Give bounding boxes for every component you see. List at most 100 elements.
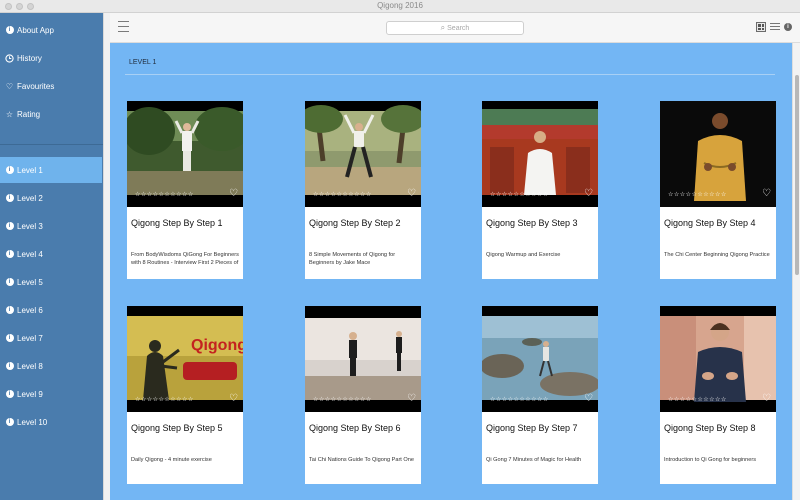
heart-icon[interactable]: ♡ bbox=[762, 393, 771, 404]
video-thumbnail: ☆☆☆☆☆☆☆☆☆☆ ♡ bbox=[305, 306, 421, 412]
toolbar: ⌕ Search i bbox=[110, 13, 800, 43]
info-circle-icon: i bbox=[5, 306, 14, 315]
sidebar-item-label: Level 1 bbox=[17, 165, 43, 175]
sidebar-item-level-3[interactable]: i Level 3 bbox=[0, 213, 102, 239]
scrollbar[interactable] bbox=[792, 43, 800, 500]
info-circle-icon: i bbox=[5, 390, 14, 399]
sidebar-item-about-app[interactable]: i About App bbox=[0, 17, 102, 43]
rating-stars[interactable]: ☆☆☆☆☆☆☆☆☆☆ bbox=[490, 191, 549, 198]
info-circle-icon: i bbox=[5, 222, 14, 231]
video-description: Daily Qigong - 4 minute exercise bbox=[131, 457, 212, 463]
sidebar-splitter[interactable] bbox=[103, 13, 110, 500]
video-thumbnail: ☆☆☆☆☆☆☆☆☆☆ ♡ bbox=[305, 101, 421, 207]
sidebar-item-label: Level 9 bbox=[17, 389, 43, 399]
video-thumbnail: Qigong ☆☆☆☆☆☆☆☆☆☆ ♡ bbox=[127, 306, 243, 412]
video-title: Qigong Step By Step 7 bbox=[486, 423, 578, 433]
video-description: From BodyWisdoms QiGong For Beginners wi… bbox=[131, 252, 239, 266]
video-thumbnail: ☆☆☆☆☆☆☆☆☆☆ ♡ bbox=[660, 101, 776, 207]
sidebar-item-favourites[interactable]: ♡ Favourites bbox=[0, 73, 102, 99]
rating-stars[interactable]: ☆☆☆☆☆☆☆☆☆☆ bbox=[135, 396, 194, 403]
sidebar-item-label: History bbox=[17, 53, 42, 63]
list-view-icon[interactable] bbox=[770, 22, 780, 32]
video-card[interactable]: ☆☆☆☆☆☆☆☆☆☆ ♡ Qigong Step By Step 2 8 Sim… bbox=[305, 101, 421, 279]
sidebar-item-label: Favourites bbox=[17, 81, 55, 91]
video-description: Tai Chi Nations Guide To Qigong Part One bbox=[309, 457, 414, 463]
scrollbar-thumb[interactable] bbox=[795, 75, 799, 275]
info-circle-icon: i bbox=[5, 166, 14, 175]
sidebar-item-label: Level 6 bbox=[17, 305, 43, 315]
hamburger-icon[interactable] bbox=[118, 21, 129, 33]
section-divider bbox=[125, 74, 775, 75]
sidebar-item-label: Level 10 bbox=[17, 417, 48, 427]
heart-icon[interactable]: ♡ bbox=[762, 188, 771, 199]
sidebar-item-level-5[interactable]: i Level 5 bbox=[0, 269, 102, 295]
video-description: Qigong Warmup and Exercise bbox=[486, 252, 561, 258]
info-circle-icon: i bbox=[5, 278, 14, 287]
sidebar-item-history[interactable]: History bbox=[0, 45, 102, 71]
video-title: Qigong Step By Step 1 bbox=[131, 218, 223, 228]
star-icon: ☆ bbox=[5, 109, 14, 119]
video-card[interactable]: ☆☆☆☆☆☆☆☆☆☆ ♡ Qigong Step By Step 1 From … bbox=[127, 101, 243, 279]
sidebar-item-level-7[interactable]: i Level 7 bbox=[0, 325, 102, 351]
video-title: Qigong Step By Step 5 bbox=[131, 423, 223, 433]
app-window: Qigong 2016 i About App History ♡ Favour… bbox=[0, 0, 800, 500]
sidebar-item-level-10[interactable]: i Level 10 bbox=[0, 409, 102, 435]
video-card[interactable]: ☆☆☆☆☆☆☆☆☆☆ ♡ Qigong Step By Step 4 The C… bbox=[660, 101, 776, 279]
video-description: Qi Gong 7 Minutes of Magic for Health bbox=[486, 457, 582, 463]
heart-icon[interactable]: ♡ bbox=[584, 188, 593, 199]
video-description: 8 Simple Movements of Qigong for Beginne… bbox=[309, 252, 396, 266]
sidebar-item-level-4[interactable]: i Level 4 bbox=[0, 241, 102, 267]
search-icon: ⌕ bbox=[440, 23, 446, 32]
sidebar: i About App History ♡ Favourites ☆ Ratin… bbox=[0, 13, 104, 500]
sidebar-item-label: Level 7 bbox=[17, 333, 43, 343]
sidebar-item-level-8[interactable]: i Level 8 bbox=[0, 353, 102, 379]
video-description: Introduction to Qi Gong for beginners bbox=[664, 457, 757, 463]
title-bar: Qigong 2016 bbox=[0, 0, 800, 13]
sidebar-item-label: Level 5 bbox=[17, 277, 43, 287]
sidebar-item-label: Level 8 bbox=[17, 361, 43, 371]
search-input[interactable]: ⌕ Search bbox=[386, 21, 524, 35]
sidebar-item-level-2[interactable]: i Level 2 bbox=[0, 185, 102, 211]
info-circle-icon: i bbox=[5, 194, 14, 203]
section-heading: LEVEL 1 bbox=[129, 59, 157, 66]
sidebar-item-label: Level 3 bbox=[17, 221, 43, 231]
rating-stars[interactable]: ☆☆☆☆☆☆☆☆☆☆ bbox=[668, 396, 727, 403]
heart-icon[interactable]: ♡ bbox=[584, 393, 593, 404]
video-card[interactable]: ☆☆☆☆☆☆☆☆☆☆ ♡ Qigong Step By Step 6 Tai C… bbox=[305, 306, 421, 484]
search-placeholder: Search bbox=[447, 24, 470, 32]
video-title: Qigong Step By Step 8 bbox=[664, 423, 756, 433]
info-circle-icon: i bbox=[5, 26, 14, 35]
sidebar-item-level-6[interactable]: i Level 6 bbox=[0, 297, 102, 323]
video-card[interactable]: Qigong ☆☆☆☆☆☆☆☆☆☆ ♡ Qigong Step By Step … bbox=[127, 306, 243, 484]
heart-icon[interactable]: ♡ bbox=[407, 188, 416, 199]
heart-icon[interactable]: ♡ bbox=[229, 188, 238, 199]
heart-icon[interactable]: ♡ bbox=[407, 393, 416, 404]
video-grid: LEVEL 1 ☆☆☆☆☆☆☆☆☆☆ ♡ Qigong Step By Step… bbox=[110, 43, 800, 500]
info-circle-icon: i bbox=[5, 334, 14, 343]
info-circle-icon: i bbox=[5, 418, 14, 427]
rating-stars[interactable]: ☆☆☆☆☆☆☆☆☆☆ bbox=[490, 396, 549, 403]
rating-stars[interactable]: ☆☆☆☆☆☆☆☆☆☆ bbox=[135, 191, 194, 198]
video-thumbnail: ☆☆☆☆☆☆☆☆☆☆ ♡ bbox=[127, 101, 243, 207]
info-icon[interactable]: i bbox=[784, 23, 792, 31]
sidebar-item-rating[interactable]: ☆ Rating bbox=[0, 101, 102, 127]
sidebar-item-label: About App bbox=[17, 25, 54, 35]
rating-stars[interactable]: ☆☆☆☆☆☆☆☆☆☆ bbox=[313, 396, 372, 403]
sidebar-item-level-9[interactable]: i Level 9 bbox=[0, 381, 102, 407]
svg-text:Qigong: Qigong bbox=[191, 337, 243, 354]
video-card[interactable]: ☆☆☆☆☆☆☆☆☆☆ ♡ Qigong Step By Step 3 Qigon… bbox=[482, 101, 598, 279]
clock-icon bbox=[5, 53, 14, 63]
rating-stars[interactable]: ☆☆☆☆☆☆☆☆☆☆ bbox=[668, 191, 727, 198]
video-thumbnail: ☆☆☆☆☆☆☆☆☆☆ ♡ bbox=[660, 306, 776, 412]
video-card[interactable]: ☆☆☆☆☆☆☆☆☆☆ ♡ Qigong Step By Step 8 Intro… bbox=[660, 306, 776, 484]
heart-icon: ♡ bbox=[5, 81, 14, 91]
rating-stars[interactable]: ☆☆☆☆☆☆☆☆☆☆ bbox=[313, 191, 372, 198]
window-title: Qigong 2016 bbox=[377, 1, 423, 10]
sidebar-item-level-1[interactable]: i Level 1 bbox=[0, 157, 102, 183]
heart-icon[interactable]: ♡ bbox=[229, 393, 238, 404]
sidebar-item-label: Rating bbox=[17, 109, 41, 119]
sidebar-item-label: Level 2 bbox=[17, 193, 43, 203]
grid-view-icon[interactable] bbox=[756, 22, 766, 32]
video-description: The Chi Center Beginning Qigong Practice bbox=[664, 252, 770, 258]
video-card[interactable]: ☆☆☆☆☆☆☆☆☆☆ ♡ Qigong Step By Step 7 Qi Go… bbox=[482, 306, 598, 484]
